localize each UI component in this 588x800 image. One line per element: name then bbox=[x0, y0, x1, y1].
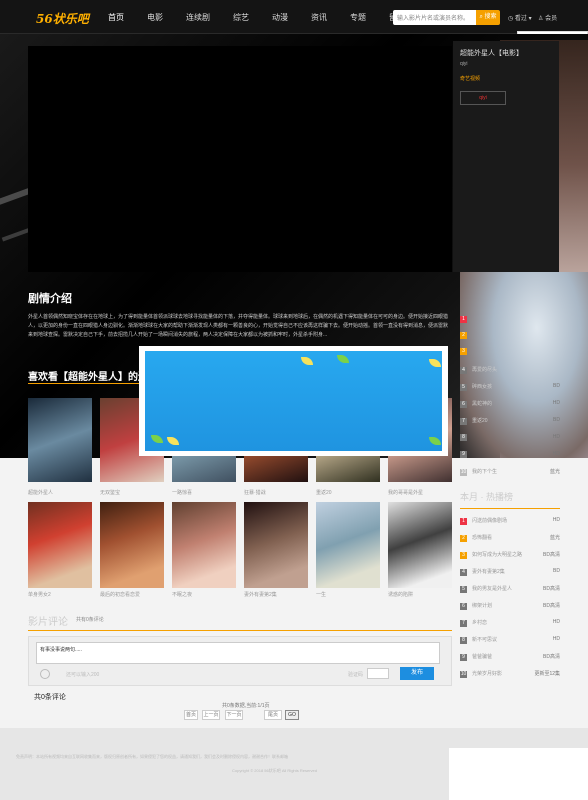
rank-item[interactable]: 2 bbox=[460, 332, 560, 341]
movie-title-link[interactable]: 狂暴·猎战 bbox=[244, 489, 266, 496]
monthly-rank-heading: 本月 · 热播榜 bbox=[460, 492, 513, 502]
rank-item[interactable]: 7 重返20 BD bbox=[460, 417, 560, 426]
rank-item[interactable]: 2 恐怖翻看 蓝光 bbox=[460, 534, 560, 543]
rank-item[interactable]: 3 如何写成为大明星之路 BD高清 bbox=[460, 551, 560, 560]
synopsis-heading: 剧情介绍 bbox=[28, 293, 72, 305]
nav-variety[interactable]: 综艺 bbox=[233, 12, 249, 23]
rank-item[interactable]: 6 黑蛇神的 HD bbox=[460, 400, 560, 409]
ad-banner-image bbox=[145, 351, 442, 451]
footer-copyright: Copyright © 2018 56状乐吧 All Rights Reserv… bbox=[232, 768, 317, 773]
movie-poster[interactable] bbox=[244, 502, 308, 588]
rank-item[interactable]: 1 闪送前偶像剧场 HD bbox=[460, 517, 560, 526]
rank-item[interactable]: 10 我的下个生 蓝光 bbox=[460, 468, 560, 477]
rank-item[interactable]: 9 HD bbox=[460, 451, 560, 460]
submit-comment-button[interactable]: 发布 bbox=[400, 667, 434, 680]
movie-poster[interactable] bbox=[28, 502, 92, 588]
movie-title-link[interactable]: 不眠之夜 bbox=[172, 591, 192, 598]
rank-item[interactable]: 3 bbox=[460, 348, 560, 357]
user-icon: ♙ bbox=[538, 16, 544, 22]
search-button[interactable]: ⌕ 搜索 bbox=[476, 10, 500, 25]
nav-home[interactable]: 首页 bbox=[108, 12, 124, 23]
site-logo[interactable]: 56状乐吧 bbox=[36, 10, 89, 27]
history-menu[interactable]: ◷ 看过 ▾ bbox=[508, 13, 532, 22]
rank-item[interactable]: 4 妻外有妻第2集 BD bbox=[460, 568, 560, 577]
nav-topics[interactable]: 专题 bbox=[350, 12, 366, 23]
monthly-rank-underline bbox=[460, 508, 560, 509]
chevron-down-icon: ▾ bbox=[528, 16, 532, 22]
leaf-icon bbox=[151, 435, 163, 443]
comments-heading: 影片评论 bbox=[28, 617, 68, 628]
movie-title-link[interactable]: 单身男女2 bbox=[28, 591, 51, 598]
leaf-icon bbox=[429, 437, 441, 445]
member-label: 会员 bbox=[545, 16, 558, 22]
page-first-button[interactable]: 首页 bbox=[184, 710, 198, 720]
page-last-button[interactable]: 尾页 bbox=[264, 710, 282, 720]
movie-poster[interactable] bbox=[316, 502, 380, 588]
comments-total: 共0条评论 bbox=[34, 694, 66, 701]
nav-anime[interactable]: 动漫 bbox=[272, 12, 288, 23]
leaf-icon bbox=[167, 437, 179, 445]
footer-blank-area bbox=[449, 748, 588, 800]
comment-textarea[interactable]: 有事没事说两句..... bbox=[36, 642, 440, 664]
play-source-label: 奇艺视频 bbox=[460, 76, 481, 82]
clock-icon: ◷ bbox=[508, 16, 514, 22]
captcha-label: 验证码 bbox=[348, 672, 364, 678]
search-button-label: 搜索 bbox=[484, 14, 497, 20]
nav-news[interactable]: 资讯 bbox=[311, 12, 327, 23]
movie-title: 超能外星人【电影】 bbox=[460, 50, 523, 57]
movie-title-link[interactable]: 我的哥哥是外星 bbox=[388, 489, 423, 496]
movie-poster[interactable] bbox=[28, 398, 92, 482]
leaf-icon bbox=[337, 355, 349, 363]
movie-poster[interactable] bbox=[388, 502, 452, 588]
nav-movie[interactable]: 电影 bbox=[147, 12, 163, 23]
pagination-info: 共0条数据,当前:1/1页 bbox=[222, 703, 270, 709]
movie-title-link[interactable]: 一生 bbox=[316, 591, 326, 598]
rank-item[interactable]: 9 爸爸骗爸 BD高清 bbox=[460, 653, 560, 662]
rank-item[interactable]: 8 新不可思议 HD bbox=[460, 636, 560, 645]
synopsis-text: 外星人首领偶然知晓宝体存在在地球上，为了得到能量体首领派球球去地球寻找能量体的下… bbox=[28, 314, 449, 338]
movie-title-link[interactable]: 妻外有妻第2集 bbox=[244, 591, 277, 598]
char-limit-hint: 还可以输入200 bbox=[66, 672, 100, 678]
rank-item[interactable]: 6 绑架计划 BD高清 bbox=[460, 602, 560, 611]
page-next-button[interactable]: 下一页 bbox=[225, 710, 243, 720]
movie-poster[interactable] bbox=[100, 502, 164, 588]
search-placeholder: 输入影片片名或演员名称。 bbox=[397, 16, 470, 22]
rank-item[interactable]: 10 光荣岁月好影 更新至12集 bbox=[460, 670, 560, 679]
movie-title-link[interactable]: 重返20 bbox=[316, 489, 332, 496]
hero-artwork-lower bbox=[460, 272, 588, 458]
movie-poster[interactable] bbox=[172, 502, 236, 588]
movie-source-code: qiyi bbox=[460, 61, 468, 67]
emoji-icon[interactable] bbox=[40, 669, 50, 679]
leaf-icon bbox=[429, 359, 441, 367]
video-player[interactable] bbox=[28, 46, 452, 272]
movie-title-link[interactable]: 无双鉴宝 bbox=[100, 489, 120, 496]
movie-title-link[interactable]: 超能外星人 bbox=[28, 489, 53, 496]
rank-item[interactable]: 7 乡村恋 HD bbox=[460, 619, 560, 628]
comments-underline bbox=[28, 630, 452, 631]
history-label: 看过 bbox=[514, 16, 527, 22]
comments-count: 共有0条评论 bbox=[76, 617, 104, 623]
leaf-icon bbox=[301, 357, 313, 365]
rank-item[interactable]: 4 再爱的尽头 bbox=[460, 366, 560, 375]
movie-title-link[interactable]: 最后的初恋看恋爱 bbox=[100, 591, 140, 598]
page-prev-button[interactable]: 上一页 bbox=[202, 710, 220, 720]
rank-item[interactable]: 5 我的男友是外星人 BD高清 bbox=[460, 585, 560, 594]
rank-item[interactable]: 8 HD bbox=[460, 434, 560, 443]
member-menu[interactable]: ♙ 会员 bbox=[538, 13, 557, 22]
rank-item[interactable]: 1 bbox=[460, 316, 560, 325]
nav-series[interactable]: 连续剧 bbox=[186, 12, 210, 23]
movie-title-link[interactable]: 诱惑的陷阱 bbox=[388, 591, 413, 598]
rank-item[interactable]: 5 碎西女孩 BD bbox=[460, 383, 560, 392]
play-source-button[interactable]: qiyi bbox=[460, 91, 506, 105]
footer-disclaimer: 免责声明：本站所有视频均来自互联网收集而来，版权归原创者所有，如果侵犯了您的权益… bbox=[16, 754, 288, 759]
search-icon: ⌕ bbox=[479, 14, 483, 20]
main-nav: 首页 电影 连续剧 综艺 动漫 资讯 专题 留言 bbox=[108, 12, 428, 23]
captcha-input[interactable] bbox=[367, 668, 389, 679]
page-go-button[interactable]: GO bbox=[285, 710, 299, 720]
ad-banner[interactable] bbox=[139, 346, 448, 456]
movie-title-link[interactable]: 一路惊喜 bbox=[172, 489, 192, 496]
